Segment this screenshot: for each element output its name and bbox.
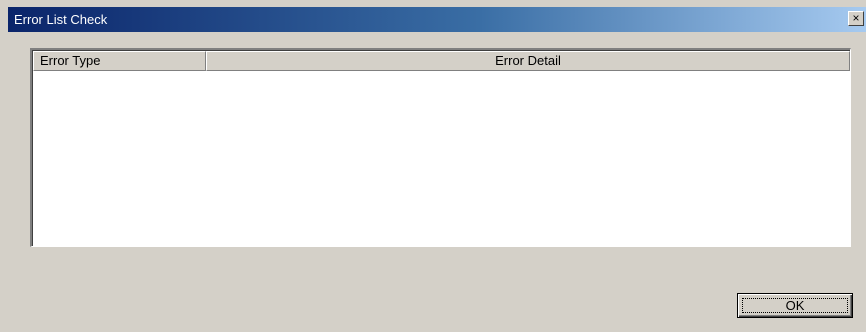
window-title: Error List Check — [14, 12, 108, 27]
ok-button-label: OK — [742, 298, 848, 313]
close-icon: × — [852, 11, 860, 25]
close-button[interactable]: × — [848, 11, 864, 26]
error-list-check-dialog: Error List Check × Error Type Error Deta… — [0, 0, 866, 332]
list-rows[interactable] — [33, 72, 850, 246]
ok-button[interactable]: OK — [737, 293, 853, 318]
error-list[interactable]: Error Type Error Detail — [30, 48, 851, 247]
list-header: Error Type Error Detail — [33, 51, 850, 71]
column-header-error-type[interactable]: Error Type — [33, 51, 206, 71]
title-bar[interactable]: Error List Check × — [8, 7, 866, 32]
column-header-error-detail[interactable]: Error Detail — [206, 51, 850, 71]
